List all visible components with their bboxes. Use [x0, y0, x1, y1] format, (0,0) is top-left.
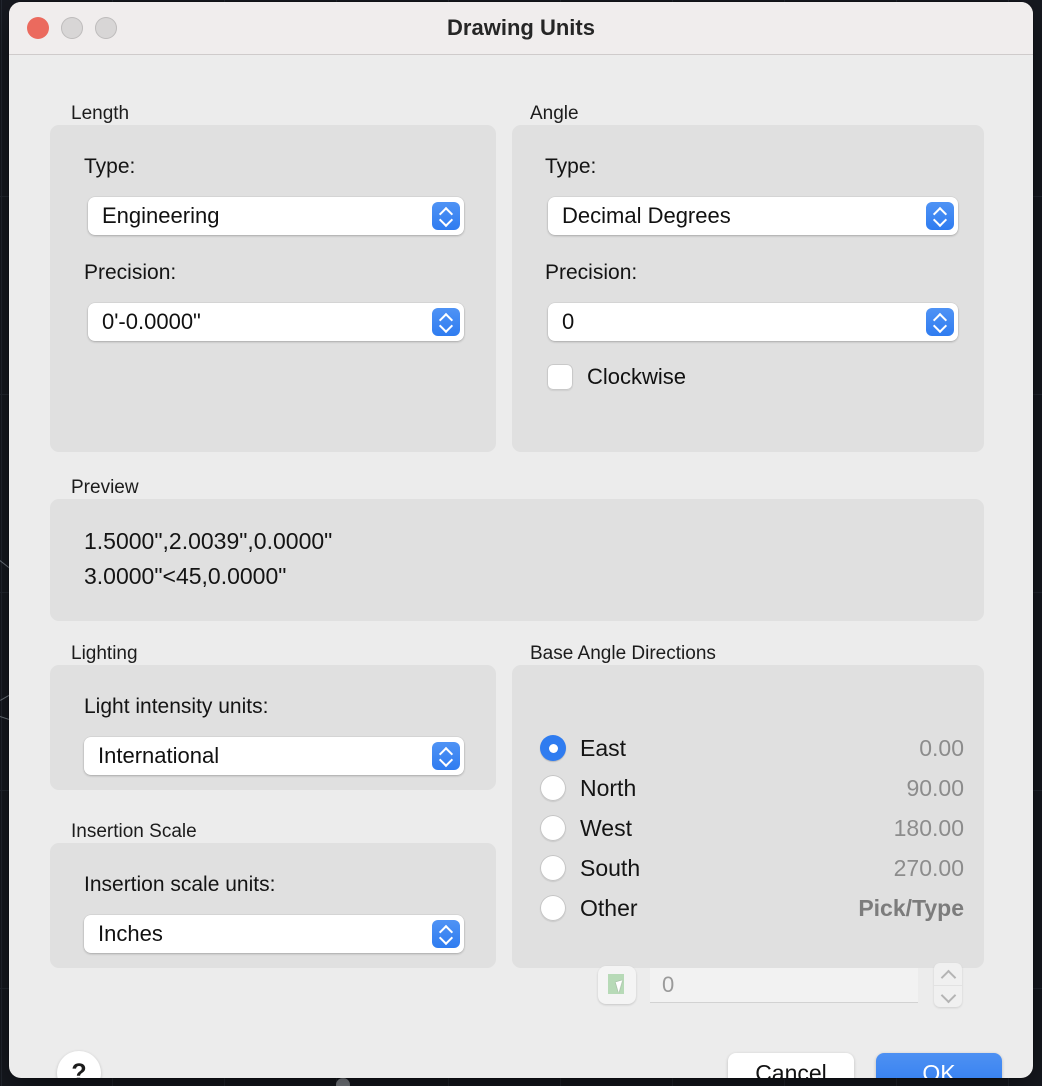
dialog-content: Length Type: Engineering Precision: 0'-0…	[9, 55, 1033, 1078]
insertion-scale-units-select[interactable]: Inches	[84, 915, 464, 953]
radio-west[interactable]	[540, 815, 566, 841]
radio-east-label: East	[580, 735, 626, 762]
base-angle-group-label: Base Angle Directions	[530, 643, 716, 665]
cancel-button[interactable]: Cancel	[728, 1053, 854, 1078]
radio-west-label: West	[580, 815, 632, 842]
length-type-value: Engineering	[88, 203, 432, 229]
length-precision-select[interactable]: 0'-0.0000"	[88, 303, 464, 341]
radio-other-label: Other	[580, 895, 638, 922]
radio-west-value: 180.00	[894, 815, 964, 842]
length-precision-value: 0'-0.0000"	[88, 309, 432, 335]
angle-group-label: Angle	[530, 103, 579, 125]
base-angle-other-row: 0	[598, 963, 962, 1007]
insertion-scale-group-label: Insertion Scale	[71, 821, 197, 843]
radio-east-value: 0.00	[919, 735, 964, 762]
base-angle-option-east[interactable]: East 0.00	[540, 728, 964, 768]
radio-other[interactable]	[540, 895, 566, 921]
base-angle-other-input[interactable]: 0	[650, 968, 918, 1003]
chevron-up-down-icon	[432, 920, 460, 948]
insertion-scale-units-value: Inches	[84, 921, 432, 947]
grid-line	[1, 0, 2, 1086]
minimize-button[interactable]	[61, 17, 83, 39]
angle-type-value: Decimal Degrees	[548, 203, 926, 229]
stepper-down-icon[interactable]	[934, 985, 962, 1008]
clockwise-checkbox[interactable]	[547, 364, 573, 390]
zoom-button[interactable]	[95, 17, 117, 39]
base-angle-option-west[interactable]: West 180.00	[540, 808, 964, 848]
base-angle-group: East 0.00 North 90.00 West 180.00 South …	[512, 665, 984, 968]
length-type-select[interactable]: Engineering	[88, 197, 464, 235]
radio-south[interactable]	[540, 855, 566, 881]
base-angle-option-other[interactable]: Other Pick/Type	[540, 888, 964, 928]
lighting-group-label: Lighting	[71, 643, 138, 665]
window-controls	[27, 2, 117, 54]
base-angle-other-placeholder: 0	[650, 972, 674, 998]
radio-south-value: 270.00	[894, 855, 964, 882]
length-type-label: Type:	[84, 155, 135, 179]
light-intensity-units-value: International	[84, 743, 432, 769]
light-intensity-units-select[interactable]: International	[84, 737, 464, 775]
base-angle-option-south[interactable]: South 270.00	[540, 848, 964, 888]
insertion-scale-units-label: Insertion scale units:	[84, 873, 275, 897]
base-angle-option-north[interactable]: North 90.00	[540, 768, 964, 808]
angle-precision-select[interactable]: 0	[548, 303, 958, 341]
stepper-up-icon[interactable]	[934, 963, 962, 985]
light-intensity-units-label: Light intensity units:	[84, 695, 268, 719]
help-button[interactable]: ?	[57, 1051, 101, 1078]
radio-north-label: North	[580, 775, 636, 802]
ok-button[interactable]: OK	[876, 1053, 1002, 1078]
radio-east[interactable]	[540, 735, 566, 761]
chevron-up-down-icon	[926, 202, 954, 230]
angle-type-select[interactable]: Decimal Degrees	[548, 197, 958, 235]
angle-type-label: Type:	[545, 155, 596, 179]
radio-north[interactable]	[540, 775, 566, 801]
close-button[interactable]	[27, 17, 49, 39]
pick-point-icon[interactable]	[598, 966, 636, 1004]
drawing-node	[336, 1078, 350, 1086]
length-group-label: Length	[71, 103, 129, 125]
chevron-up-down-icon	[432, 308, 460, 336]
clockwise-checkbox-row[interactable]: Clockwise	[547, 364, 686, 390]
chevron-up-down-icon	[432, 202, 460, 230]
drawing-units-dialog: Drawing Units Length Type: Engineering P…	[9, 2, 1033, 1078]
radio-other-value: Pick/Type	[858, 895, 964, 922]
angle-precision-label: Precision:	[545, 261, 637, 285]
window-titlebar: Drawing Units	[9, 2, 1033, 55]
window-title: Drawing Units	[9, 2, 1033, 54]
chevron-up-down-icon	[926, 308, 954, 336]
chevron-up-down-icon	[432, 742, 460, 770]
preview-group-label: Preview	[71, 477, 139, 499]
angle-precision-value: 0	[548, 309, 926, 335]
preview-line-1: 1.5000",2.0039",0.0000"	[84, 528, 332, 555]
radio-north-value: 90.00	[906, 775, 964, 802]
preview-line-2: 3.0000"<45,0.0000"	[84, 563, 286, 590]
preview-group	[50, 499, 984, 621]
base-angle-stepper[interactable]	[934, 963, 962, 1007]
length-precision-label: Precision:	[84, 261, 176, 285]
clockwise-label: Clockwise	[587, 364, 686, 390]
radio-south-label: South	[580, 855, 640, 882]
